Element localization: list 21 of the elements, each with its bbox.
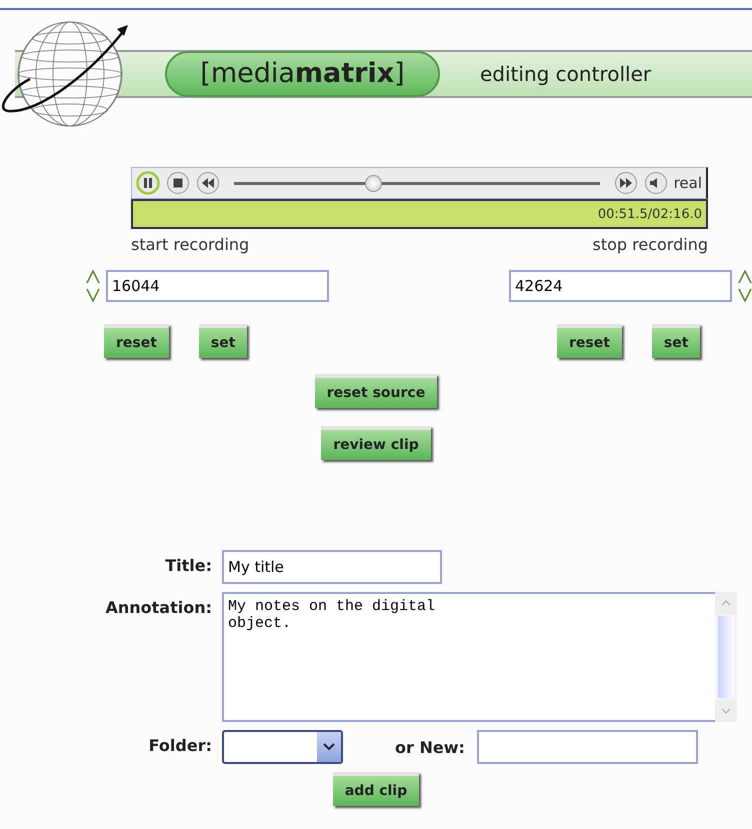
reset-button[interactable]: reset bbox=[104, 324, 169, 358]
reset-source-button[interactable]: reset source bbox=[314, 374, 438, 408]
review-clip-button[interactable]: review clip bbox=[321, 426, 431, 460]
brand-logo: [mediamatrix] bbox=[165, 50, 440, 96]
page-subtitle: editing controller bbox=[480, 62, 652, 86]
start-recording-label: start recording bbox=[131, 235, 250, 254]
start-frame-field[interactable]: 16044 bbox=[106, 270, 329, 302]
title-label: Title: bbox=[164, 555, 212, 575]
annotation-label: Annotation: bbox=[104, 597, 212, 617]
player-label: real bbox=[674, 174, 702, 192]
annotation-field[interactable]: My notes on the digital object. bbox=[222, 592, 715, 722]
stop-recording-label: stop recording bbox=[592, 235, 708, 254]
set-button[interactable]: set bbox=[652, 324, 700, 358]
new-folder-label: or New: bbox=[395, 738, 465, 756]
stop-frame-field[interactable]: 42624 bbox=[509, 270, 732, 302]
time-readout: 00:51.5/02:16.0 bbox=[598, 206, 702, 222]
folder-label: Folder: bbox=[148, 735, 212, 755]
add-clip-button[interactable]: add clip bbox=[332, 772, 420, 806]
title-field[interactable]: My title bbox=[222, 550, 442, 584]
set-button[interactable]: set bbox=[198, 324, 248, 358]
reset-button[interactable]: reset bbox=[557, 324, 622, 358]
